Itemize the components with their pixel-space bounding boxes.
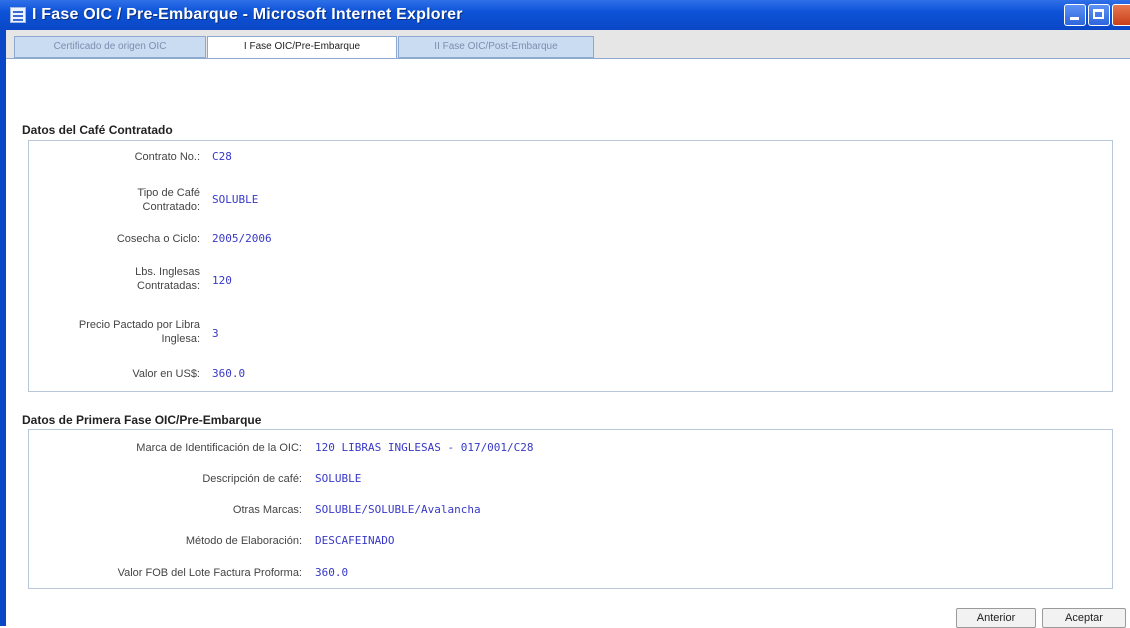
tab-certificado-origen[interactable]: Certificado de origen OIC: [14, 36, 206, 58]
field-label-cosecha: Cosecha o Ciclo:: [116, 233, 200, 245]
tab-primera-fase[interactable]: I Fase OIC/Pre-Embarque: [207, 36, 397, 59]
field-label-marca-oic: Marca de Identificación de la OIC:: [136, 442, 302, 454]
field-label-metodo-elaboracion: Método de Elaboración:: [185, 535, 302, 547]
field-value-tipo-cafe: SOLUBLE: [212, 193, 259, 206]
tab-divider: [6, 58, 1130, 59]
previous-button[interactable]: Anterior: [956, 608, 1036, 628]
field-value-marca-oic: 120 LIBRAS INGLESAS - 017/001/C28: [315, 441, 534, 454]
field-value-metodo-elaboracion: DESCAFEINADO: [315, 534, 395, 547]
field-value-valor-usd: 360.0: [212, 367, 246, 380]
window-titlebar[interactable]: I Fase OIC / Pre-Embarque - Microsoft In…: [0, 0, 1130, 31]
field-label-precio: Precio Pactado por Libra Inglesa:: [78, 319, 200, 345]
field-label-tipo-cafe: Tipo de Café Contratado:: [137, 187, 200, 213]
field-label-valor-fob: Valor FOB del Lote Factura Proforma:: [117, 567, 302, 579]
close-icon[interactable]: [1112, 4, 1130, 26]
field-label-libras: Lbs. Inglesas Contratadas:: [135, 266, 200, 292]
tab-segunda-fase[interactable]: II Fase OIC/Post-Embarque: [398, 36, 594, 58]
field-value-contrato: C28: [212, 150, 232, 163]
field-value-cosecha: 2005/2006: [212, 232, 272, 245]
accept-button[interactable]: Aceptar: [1042, 608, 1126, 628]
field-value-precio: 3: [212, 327, 219, 340]
field-value-libras: 120: [212, 274, 232, 287]
field-label-valor-usd: Valor en US$:: [132, 368, 200, 380]
minimize-icon[interactable]: [1064, 4, 1086, 26]
section-title-primera-fase: Datos de Primera Fase OIC/Pre-Embarque: [22, 413, 262, 427]
field-label-descripcion-cafe: Descripción de café:: [202, 473, 302, 485]
section-title-cafe-contratado: Datos del Café Contratado: [22, 123, 173, 137]
ie-page-icon: [10, 7, 26, 23]
maximize-icon[interactable]: [1088, 4, 1110, 26]
field-label-contrato: Contrato No.:: [134, 151, 200, 163]
window-frame: [0, 30, 6, 626]
field-label-otras-marcas: Otras Marcas:: [232, 504, 302, 516]
field-value-otras-marcas: SOLUBLE/SOLUBLE/Avalancha: [315, 503, 481, 516]
field-value-valor-fob: 360.0: [315, 566, 349, 579]
window-title: I Fase OIC / Pre-Embarque - Microsoft In…: [32, 6, 463, 23]
field-value-descripcion-cafe: SOLUBLE: [315, 472, 362, 485]
